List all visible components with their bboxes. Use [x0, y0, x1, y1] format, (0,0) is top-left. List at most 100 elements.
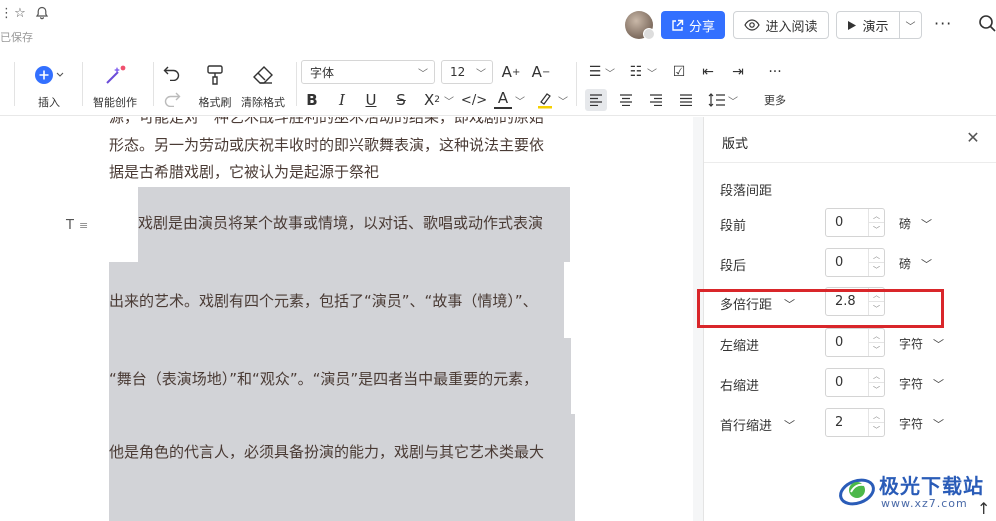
- stepper[interactable]: ︿ ﹀: [868, 209, 884, 236]
- outdent-icon[interactable]: ⇤: [699, 61, 717, 83]
- chevron-down-icon[interactable]: ﹀: [647, 61, 657, 83]
- bullet-list-icon[interactable]: ☰: [586, 61, 604, 83]
- present-main[interactable]: 演示: [837, 12, 900, 38]
- chevron-up-icon[interactable]: ︿: [869, 409, 884, 423]
- undo-icon[interactable]: [162, 62, 182, 84]
- block-handle[interactable]: T ≡: [66, 216, 104, 234]
- align-center-icon[interactable]: [615, 89, 637, 111]
- spacing-before-input[interactable]: 0 ︿ ﹀: [825, 208, 885, 237]
- star-icon[interactable]: ☆: [12, 6, 28, 22]
- row-label-text: 段后: [720, 259, 747, 274]
- chevron-down-icon[interactable]: ﹀: [728, 89, 738, 111]
- code-icon[interactable]: </>: [461, 89, 487, 111]
- input-value: 0: [835, 215, 844, 230]
- right-indent-input[interactable]: 0 ︿ ﹀: [825, 368, 885, 397]
- increase-font-icon[interactable]: A +: [500, 61, 522, 83]
- chevron-down-icon[interactable]: ﹀: [900, 18, 921, 33]
- title-icons: ⋮ ☆: [0, 6, 50, 22]
- chevron-down-icon[interactable]: ﹀: [869, 223, 884, 236]
- font-size-value: 12: [450, 65, 466, 79]
- read-label: 进入阅读: [765, 19, 818, 35]
- close-icon[interactable]: ✕: [964, 129, 982, 147]
- stepper[interactable]: ︿ ﹀: [868, 369, 884, 396]
- drag-handle-icon[interactable]: ≡: [79, 219, 88, 232]
- stepper[interactable]: ︿ ﹀: [868, 329, 884, 356]
- stepper[interactable]: ︿ ﹀: [868, 249, 884, 276]
- superscript-icon[interactable]: X2: [422, 89, 442, 111]
- present-button[interactable]: 演示 ﹀: [836, 11, 922, 39]
- unit-select[interactable]: 字符 ﹀: [899, 335, 944, 352]
- redo-icon[interactable]: [162, 88, 182, 110]
- font-color-icon[interactable]: A: [494, 89, 512, 109]
- back-to-top-icon[interactable]: ↑: [977, 499, 990, 518]
- chevron-up-icon[interactable]: ︿: [869, 249, 884, 263]
- underline-icon[interactable]: U: [362, 89, 380, 111]
- watermark-url: www.xz7.com: [881, 497, 968, 510]
- stepper[interactable]: ︿ ﹀: [868, 409, 884, 436]
- ai-create-button[interactable]: 智能创作: [89, 62, 141, 110]
- paragraph-line: 源，可能是对一种艺术战斗胜利的巫术活动的结果，即戏剧的原始: [109, 117, 545, 126]
- first-line-indent-select[interactable]: 首行缩进 ﹀: [720, 415, 795, 435]
- avatar[interactable]: [625, 11, 655, 40]
- decrease-font-icon[interactable]: A −: [530, 61, 552, 83]
- section-label: 段落间距: [720, 184, 773, 199]
- unit-select[interactable]: 磅 ﹀: [899, 215, 932, 232]
- chevron-down-icon[interactable]: ﹀: [605, 61, 615, 83]
- more-icon[interactable]: ···: [765, 61, 785, 83]
- clear-format-label: 清除格式: [241, 96, 285, 109]
- read-mode-button[interactable]: 进入阅读: [733, 11, 829, 39]
- more-button[interactable]: 更多: [760, 88, 790, 108]
- chevron-down-icon[interactable]: ﹀: [444, 89, 454, 111]
- first-line-indent-input[interactable]: 2 ︿ ﹀: [825, 408, 885, 437]
- bell-icon[interactable]: [34, 6, 50, 22]
- align-left-icon[interactable]: [585, 89, 607, 111]
- chevron-up-icon[interactable]: ︿: [869, 369, 884, 383]
- row-label-right-indent: 右缩进: [720, 375, 759, 394]
- paragraph-line: 他是角色的代言人，必须具备扮演的能力，戏剧与其它艺术类最大: [109, 443, 545, 461]
- share-label: 分享: [688, 19, 715, 35]
- row-label-after: 段后: [720, 255, 746, 274]
- justify-icon[interactable]: [675, 89, 697, 111]
- more-icon[interactable]: ⋮: [0, 6, 13, 22]
- align-right-icon[interactable]: [645, 89, 667, 111]
- divider: [576, 62, 577, 106]
- clear-format-button[interactable]: 清除格式: [239, 62, 287, 110]
- chevron-down-icon[interactable]: ﹀: [515, 89, 525, 111]
- chevron-down-icon[interactable]: ﹀: [869, 263, 884, 276]
- font-size-select[interactable]: 12 ﹀: [441, 60, 493, 84]
- paragraph-line: 出来的艺术。戏剧有四个元素，包括了“演员”、“故事（情境）”、: [109, 292, 538, 310]
- font-family-select[interactable]: 字体 ﹀: [301, 60, 435, 84]
- line-spacing-icon[interactable]: [707, 89, 727, 111]
- search-icon[interactable]: [978, 14, 996, 34]
- italic-icon[interactable]: I: [333, 89, 351, 111]
- unit-value: 磅: [899, 257, 912, 271]
- highlight-icon[interactable]: [536, 89, 554, 111]
- numbered-list-icon[interactable]: ☷: [627, 61, 645, 83]
- bold-icon[interactable]: B: [303, 89, 321, 111]
- unit-select[interactable]: 字符 ﹀: [899, 375, 944, 392]
- spacing-after-input[interactable]: 0 ︿ ﹀: [825, 248, 885, 277]
- insert-button[interactable]: 插入: [29, 62, 69, 110]
- indent-icon[interactable]: ⇥: [729, 61, 747, 83]
- left-indent-input[interactable]: 0 ︿ ﹀: [825, 328, 885, 357]
- more-label: 更多: [764, 94, 786, 107]
- watermark: 极光下载站 www.xz7.com: [837, 462, 992, 518]
- share-button[interactable]: 分享: [661, 11, 725, 39]
- unit-select[interactable]: 磅 ﹀: [899, 255, 932, 272]
- document-page[interactable]: 源，可能是对一种艺术战斗胜利的巫术活动的结果，即戏剧的原始 形态。另一为劳动或庆…: [0, 117, 693, 521]
- chevron-up-icon[interactable]: ︿: [869, 329, 884, 343]
- top-header: ⋮ ☆ 已保存 分享 进入阅读 演示 ﹀ ···: [0, 0, 996, 50]
- watermark-title: 极光下载站: [879, 474, 984, 498]
- strikethrough-icon[interactable]: S: [392, 89, 410, 111]
- chevron-down-icon[interactable]: ﹀: [869, 423, 884, 436]
- chevron-up-icon[interactable]: ︿: [869, 209, 884, 223]
- chevron-down-icon[interactable]: ﹀: [869, 343, 884, 356]
- format-brush-button[interactable]: 格式刷: [195, 62, 235, 110]
- chevron-down-icon[interactable]: ﹀: [869, 383, 884, 396]
- chevron-down-icon[interactable]: ﹀: [558, 89, 568, 111]
- more-options-icon[interactable]: ···: [934, 14, 952, 33]
- unit-select[interactable]: 字符 ﹀: [899, 415, 944, 432]
- checkbox-icon[interactable]: ☑: [670, 61, 688, 83]
- text-type-icon[interactable]: T: [66, 218, 74, 233]
- font-family-value: 字体: [310, 65, 335, 80]
